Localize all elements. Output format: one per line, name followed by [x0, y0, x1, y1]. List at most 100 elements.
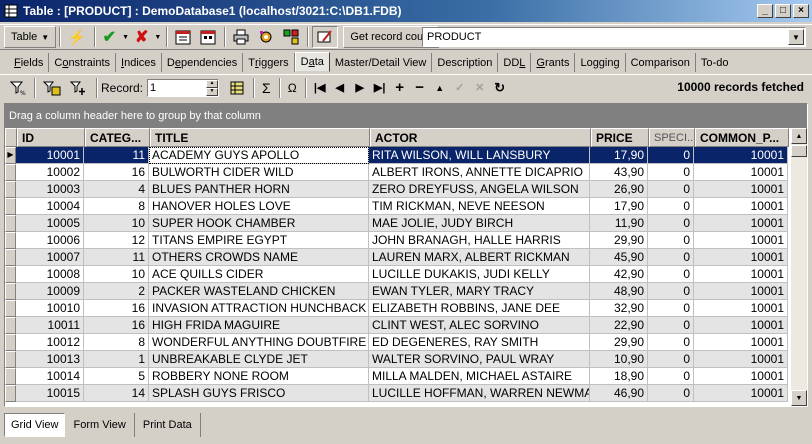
- cell-id[interactable]: 10015: [16, 385, 84, 402]
- tab-triggers[interactable]: Tr iggers: [243, 53, 295, 72]
- tab-dependencies[interactable]: De pendencies: [162, 53, 244, 72]
- cell-category[interactable]: 8: [84, 198, 149, 215]
- cell-category[interactable]: 2: [84, 283, 149, 300]
- column-header-common-price[interactable]: COMMON_P...: [695, 128, 789, 147]
- scroll-thumb[interactable]: [791, 145, 807, 157]
- cell-price[interactable]: 18,90: [590, 368, 648, 385]
- cell-special[interactable]: 0: [648, 215, 694, 232]
- calendar-grid-icon[interactable]: [196, 26, 220, 48]
- cell-actor[interactable]: MILLA MALDEN, MICHAEL ASTAIRE: [369, 368, 590, 385]
- last-record-icon[interactable]: ▶|: [370, 78, 390, 98]
- cell-common-price[interactable]: 10001: [694, 300, 788, 317]
- cell-category[interactable]: 5: [84, 368, 149, 385]
- table-row[interactable]: 10009 2 PACKER WASTELAND CHICKEN EWAN TY…: [5, 283, 791, 300]
- dropdown-arrow-icon[interactable]: ▼: [153, 26, 162, 48]
- cell-title[interactable]: WONDERFUL ANYTHING DOUBTFIRE: [149, 334, 369, 351]
- grid-filter-icon[interactable]: [279, 26, 303, 48]
- table-row[interactable]: 10005 10 SUPER HOOK CHAMBER MAE JOLIE, J…: [5, 215, 791, 232]
- cell-actor[interactable]: LAUREN MARX, ALBERT RICKMAN: [369, 249, 590, 266]
- title-bar[interactable]: Table : [PRODUCT] : DemoDatabase1 (local…: [0, 0, 812, 22]
- maximize-button[interactable]: □: [775, 4, 791, 18]
- table-row[interactable]: 10008 10 ACE QUILLS CIDER LUCILLE DUKAKI…: [5, 266, 791, 283]
- table-row[interactable]: 10011 16 HIGH FRIDA MAGUIRE CLINT WEST, …: [5, 317, 791, 334]
- table-row[interactable]: 10004 8 HANOVER HOLES LOVE TIM RICKMAN, …: [5, 198, 791, 215]
- column-header-category[interactable]: CATEG...: [85, 128, 150, 147]
- tab-ddl[interactable]: DD L: [498, 53, 532, 72]
- cell-title[interactable]: ACADEMY GUYS APOLLO: [149, 147, 369, 164]
- cell-common-price[interactable]: 10001: [694, 368, 788, 385]
- cell-id[interactable]: 10001: [16, 147, 84, 164]
- cell-actor[interactable]: LUCILLE DUKAKIS, JUDI KELLY: [369, 266, 590, 283]
- filter-table-icon[interactable]: [39, 77, 65, 99]
- column-header-title[interactable]: TITLE: [150, 128, 370, 147]
- delete-record-icon[interactable]: −: [410, 78, 430, 98]
- cell-title[interactable]: TITANS EMPIRE EGYPT: [149, 232, 369, 249]
- cell-category[interactable]: 16: [84, 300, 149, 317]
- table-row[interactable]: ▶ 10001 11 ACADEMY GUYS APOLLO RITA WILS…: [5, 147, 791, 164]
- prior-record-icon[interactable]: ◀: [330, 78, 350, 98]
- cell-special[interactable]: 0: [648, 351, 694, 368]
- cell-actor[interactable]: LUCILLE HOFFMAN, WARREN NEWMAN: [369, 385, 590, 402]
- cell-actor[interactable]: ELIZABETH ROBBINS, JANE DEE: [369, 300, 590, 317]
- cell-common-price[interactable]: 10001: [694, 164, 788, 181]
- cell-price[interactable]: 32,90: [590, 300, 648, 317]
- cell-title[interactable]: PACKER WASTELAND CHICKEN: [149, 283, 369, 300]
- next-record-icon[interactable]: ▶: [350, 78, 370, 98]
- table-row[interactable]: 10010 16 INVASION ATTRACTION HUNCHBACK E…: [5, 300, 791, 317]
- edit-record-icon[interactable]: ▲: [430, 78, 450, 98]
- cell-common-price[interactable]: 10001: [694, 334, 788, 351]
- cell-actor[interactable]: RITA WILSON, WILL LANSBURY: [369, 147, 590, 164]
- cell-common-price[interactable]: 10001: [694, 181, 788, 198]
- cell-title[interactable]: ACE QUILLS CIDER: [149, 266, 369, 283]
- cell-common-price[interactable]: 10001: [694, 266, 788, 283]
- cell-title[interactable]: HANOVER HOLES LOVE: [149, 198, 369, 215]
- record-spinner[interactable]: ▲ ▼: [206, 79, 219, 96]
- column-header-price[interactable]: PRICE: [591, 128, 649, 147]
- cell-price[interactable]: 42,90: [590, 266, 648, 283]
- cell-actor[interactable]: WALTER SORVINO, PAUL WRAY: [369, 351, 590, 368]
- cell-common-price[interactable]: 10001: [694, 317, 788, 334]
- tab-to-do[interactable]: To-do: [696, 53, 734, 72]
- cell-id[interactable]: 10010: [16, 300, 84, 317]
- cell-special[interactable]: 0: [648, 334, 694, 351]
- cell-title[interactable]: BULWORTH CIDER WILD: [149, 164, 369, 181]
- cell-special[interactable]: 0: [648, 368, 694, 385]
- cell-title[interactable]: SPLASH GUYS FRISCO: [149, 385, 369, 402]
- cell-category[interactable]: 11: [84, 147, 149, 164]
- tab-indices[interactable]: Indices: [116, 53, 162, 72]
- cell-title[interactable]: SUPER HOOK CHAMBER: [149, 215, 369, 232]
- cell-special[interactable]: 0: [648, 249, 694, 266]
- cell-common-price[interactable]: 10001: [694, 215, 788, 232]
- cell-title[interactable]: HIGH FRIDA MAGUIRE: [149, 317, 369, 334]
- tab-comparison[interactable]: Comparison: [626, 53, 696, 72]
- omega-icon[interactable]: Ω: [284, 77, 301, 99]
- minimize-button[interactable]: _: [757, 4, 773, 18]
- cell-special[interactable]: 0: [648, 232, 694, 249]
- cell-id[interactable]: 10003: [16, 181, 84, 198]
- cell-price[interactable]: 17,90: [590, 147, 648, 164]
- cell-special[interactable]: 0: [648, 300, 694, 317]
- cell-title[interactable]: BLUES PANTHER HORN: [149, 181, 369, 198]
- cell-id[interactable]: 10014: [16, 368, 84, 385]
- table-menu-button[interactable]: Table ▼: [4, 26, 57, 48]
- lightning-icon[interactable]: ⚡: [64, 26, 89, 48]
- group-by-panel[interactable]: Drag a column header here to group by th…: [5, 104, 807, 128]
- cell-price[interactable]: 11,90: [590, 215, 648, 232]
- cell-common-price[interactable]: 10001: [694, 283, 788, 300]
- cell-common-price[interactable]: 10001: [694, 232, 788, 249]
- cell-category[interactable]: 10: [84, 266, 149, 283]
- tab-description[interactable]: Description: [432, 53, 499, 72]
- cell-category[interactable]: 10: [84, 215, 149, 232]
- cell-price[interactable]: 48,90: [590, 283, 648, 300]
- record-number-input[interactable]: 1 ▲ ▼: [147, 78, 220, 97]
- scroll-down-icon[interactable]: ▼: [791, 390, 807, 406]
- table-row[interactable]: 10007 11 OTHERS CROWDS NAME LAUREN MARX,…: [5, 249, 791, 266]
- column-header-id[interactable]: ID: [17, 128, 85, 147]
- filter-icon[interactable]: %: [6, 77, 30, 99]
- cell-price[interactable]: 46,90: [590, 385, 648, 402]
- dropdown-arrow-icon[interactable]: ▼: [121, 26, 130, 48]
- cell-actor[interactable]: CLINT WEST, ALEC SORVINO: [369, 317, 590, 334]
- table-row[interactable]: 10002 16 BULWORTH CIDER WILD ALBERT IRON…: [5, 164, 791, 181]
- column-header-special[interactable]: SPECI...: [649, 128, 695, 147]
- post-edit-icon[interactable]: ✓: [450, 78, 470, 98]
